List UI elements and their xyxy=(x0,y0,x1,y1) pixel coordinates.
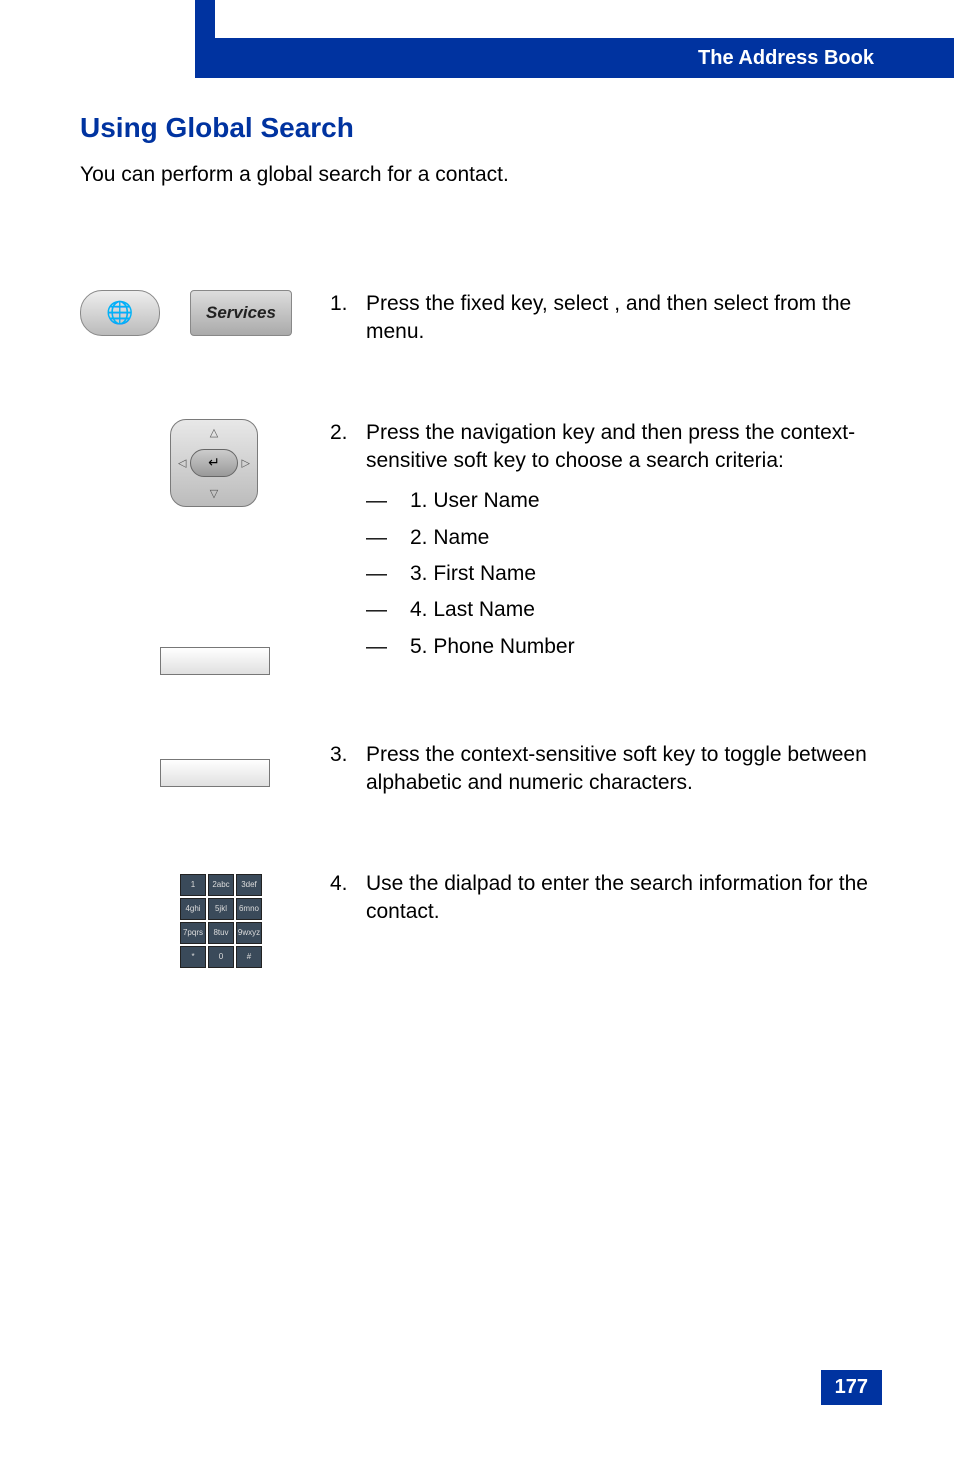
step-4-body: Use the dialpad to enter the search info… xyxy=(366,870,890,927)
step-2-number: 2. xyxy=(330,419,366,669)
step-1-text: 1. Press the fixed key, select , and the… xyxy=(330,290,890,359)
nav-enter-icon: ↵ xyxy=(190,449,238,477)
step-2-icons: △ ▽ ◁ ▷ ↵ xyxy=(80,419,330,681)
dialpad-key: 1 xyxy=(180,874,206,896)
softkey-icon xyxy=(160,759,270,787)
dash-icon: — xyxy=(366,487,410,515)
step-1-number: 1. xyxy=(330,290,366,347)
content-area: 🌐 Services 1. Press the fixed key, selec… xyxy=(80,290,890,1028)
step-1-icons-inline: 🌐 Services xyxy=(80,290,292,336)
dialpad-key: 6mno xyxy=(236,898,262,920)
step-2-text: 2. Press the navigation key and then pre… xyxy=(330,419,890,681)
step-2: 2. Press the navigation key and then pre… xyxy=(330,419,890,669)
step-3-icons xyxy=(80,741,330,810)
sub-label: 3. First Name xyxy=(410,560,536,588)
step-2-row: △ ▽ ◁ ▷ ↵ 2. Press the navigation key an… xyxy=(80,419,890,681)
nav-right-icon: ▷ xyxy=(242,456,250,469)
dash-icon: — xyxy=(366,596,410,624)
step-4-text: 4. Use the dialpad to enter the search i… xyxy=(330,870,890,968)
step-4-icons: 1 2abc 3def 4ghi 5jkl 6mno 7pqrs 8tuv 9w… xyxy=(80,870,330,968)
step-1-body: Press the fixed key, select , and then s… xyxy=(366,290,890,347)
step-3-number: 3. xyxy=(330,741,366,798)
sub-label: 4. Last Name xyxy=(410,596,535,624)
nav-left-icon: ◁ xyxy=(178,456,186,469)
step-4-number: 4. xyxy=(330,870,366,927)
dash-icon: — xyxy=(366,633,410,661)
services-key-icon: Services xyxy=(190,290,292,336)
dialpad-key: 5jkl xyxy=(208,898,234,920)
list-item: —4. Last Name xyxy=(366,596,890,624)
step-1-icons: 🌐 Services xyxy=(80,290,330,359)
step-2-sublist: —1. User Name —2. Name —3. First Name —4… xyxy=(366,487,890,661)
page-number: 177 xyxy=(821,1370,882,1405)
sub-label: 1. User Name xyxy=(410,487,540,515)
step-2-body-text: Press the navigation key and then press … xyxy=(366,421,855,472)
dialpad-key: # xyxy=(236,946,262,968)
globe-fixed-key-icon: 🌐 xyxy=(80,290,160,336)
list-item: —2. Name xyxy=(366,524,890,552)
dialpad-key: 8tuv xyxy=(208,922,234,944)
dialpad-key: 0 xyxy=(208,946,234,968)
sub-label: 5. Phone Number xyxy=(410,633,575,661)
dash-icon: — xyxy=(366,560,410,588)
step-2-body: Press the navigation key and then press … xyxy=(366,419,890,669)
dialpad-key: 2abc xyxy=(208,874,234,896)
step-3-row: 3. Press the context-sensitive soft key … xyxy=(80,741,890,810)
step-4: 4. Use the dialpad to enter the search i… xyxy=(330,870,890,927)
dialpad-key: 4ghi xyxy=(180,898,206,920)
step-3-body: Press the context-sensitive soft key to … xyxy=(366,741,890,798)
nav-down-icon: ▽ xyxy=(210,487,218,500)
step-3-text: 3. Press the context-sensitive soft key … xyxy=(330,741,890,810)
dash-icon: — xyxy=(366,524,410,552)
dialpad-icon: 1 2abc 3def 4ghi 5jkl 6mno 7pqrs 8tuv 9w… xyxy=(180,874,264,968)
step-1: 1. Press the fixed key, select , and the… xyxy=(330,290,890,347)
dialpad-key: 3def xyxy=(236,874,262,896)
dialpad-key: * xyxy=(180,946,206,968)
dialpad-key: 9wxyz xyxy=(236,922,262,944)
step-3: 3. Press the context-sensitive soft key … xyxy=(330,741,890,798)
section-heading: Using Global Search xyxy=(80,112,354,144)
chapter-header: The Address Book xyxy=(195,38,954,78)
sub-label: 2. Name xyxy=(410,524,489,552)
list-item: —1. User Name xyxy=(366,487,890,515)
step-4-row: 1 2abc 3def 4ghi 5jkl 6mno 7pqrs 8tuv 9w… xyxy=(80,870,890,968)
section-intro: You can perform a global search for a co… xyxy=(80,163,509,187)
list-item: —3. First Name xyxy=(366,560,890,588)
softkey-icon xyxy=(160,647,270,675)
chapter-title: The Address Book xyxy=(698,47,874,70)
list-item: —5. Phone Number xyxy=(366,633,890,661)
navigation-key-icon: △ ▽ ◁ ▷ ↵ xyxy=(170,419,258,507)
nav-up-icon: △ xyxy=(210,426,218,439)
step-1-row: 🌐 Services 1. Press the fixed key, selec… xyxy=(80,290,890,359)
dialpad-key: 7pqrs xyxy=(180,922,206,944)
